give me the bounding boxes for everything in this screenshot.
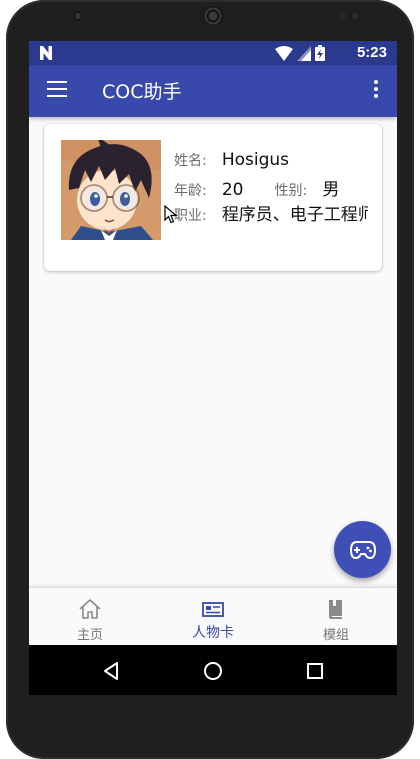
home-circle-icon[interactable] bbox=[203, 661, 223, 681]
age-gender-row: 年龄: 20 性别: 男 bbox=[174, 175, 339, 200]
proximity-sensor bbox=[340, 13, 346, 19]
status-bar: 5:23 bbox=[29, 41, 397, 65]
id-card-icon bbox=[202, 602, 224, 617]
name-value: Hosigus bbox=[221, 150, 289, 170]
age-value: 20 bbox=[221, 180, 244, 200]
mouse-cursor-icon bbox=[164, 205, 177, 224]
earpiece-speaker bbox=[203, 6, 223, 26]
tab-modules-label: 模组 bbox=[322, 628, 349, 643]
tab-modules[interactable]: 模组 bbox=[275, 588, 397, 646]
job-row: 职业: 程序员、电子工程师 bbox=[174, 200, 368, 225]
tab-home-label: 主页 bbox=[76, 628, 103, 643]
age-label: 年龄: bbox=[174, 183, 207, 199]
battery-charging-icon bbox=[315, 45, 325, 61]
front-camera bbox=[73, 11, 83, 21]
tab-character-card-label: 人物卡 bbox=[192, 625, 234, 641]
hamburger-menu-icon[interactable] bbox=[47, 81, 67, 101]
character-card[interactable]: 姓名: Hosigus 年龄: 20 性别: 男 职业: 程序员、电子工程师 bbox=[44, 124, 382, 271]
job-value: 程序员、电子工程师 bbox=[221, 205, 368, 225]
gamepad-icon bbox=[349, 540, 376, 559]
name-label: 姓名: bbox=[174, 153, 207, 169]
bottom-navigation: 主页 人物卡 模组 bbox=[29, 587, 397, 645]
gender-label: 性别: bbox=[274, 183, 308, 199]
book-icon bbox=[329, 600, 342, 619]
phone-frame: 5:23 COC助手 姓名: Hosigus 年龄: 20 性别: 男 职业: … bbox=[6, 0, 414, 759]
system-navigation-bar bbox=[29, 645, 397, 695]
gamepad-fab-button[interactable] bbox=[334, 521, 391, 578]
back-triangle-icon[interactable] bbox=[102, 661, 120, 681]
status-icons bbox=[275, 45, 325, 61]
cell-signal-icon bbox=[297, 45, 311, 61]
screen: 5:23 COC助手 姓名: Hosigus 年龄: 20 性别: 男 职业: … bbox=[29, 41, 397, 695]
gender-value: 男 bbox=[322, 180, 340, 200]
recents-square-icon[interactable] bbox=[306, 662, 324, 680]
home-icon bbox=[79, 599, 101, 619]
app-title: COC助手 bbox=[102, 81, 182, 103]
character-avatar bbox=[61, 140, 161, 240]
notification-n-icon bbox=[40, 46, 52, 60]
wifi-icon bbox=[275, 45, 293, 61]
status-clock: 5:23 bbox=[356, 44, 387, 61]
name-row: 姓名: Hosigus bbox=[174, 150, 289, 170]
tab-character-card[interactable]: 人物卡 bbox=[152, 588, 274, 646]
app-bar: COC助手 bbox=[29, 65, 397, 117]
light-sensor bbox=[352, 13, 358, 19]
tab-home[interactable]: 主页 bbox=[29, 588, 151, 646]
overflow-menu-icon[interactable] bbox=[373, 80, 379, 102]
job-label: 职业: bbox=[174, 208, 207, 224]
